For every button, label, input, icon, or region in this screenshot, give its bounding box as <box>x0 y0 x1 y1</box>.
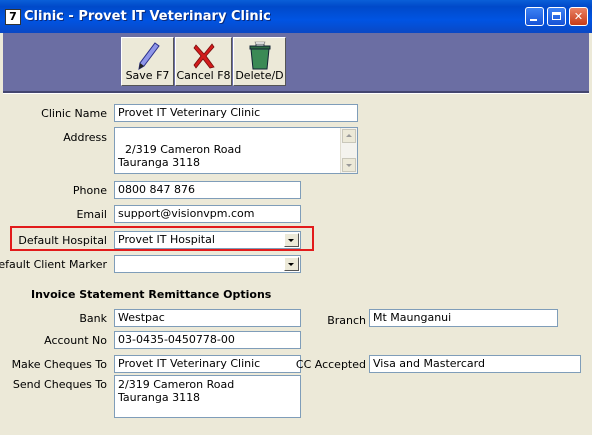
trash-icon <box>249 41 270 70</box>
save-button[interactable]: Save F7 <box>121 37 174 86</box>
scroll-down-arrow-icon[interactable] <box>342 158 356 172</box>
minimize-button[interactable] <box>525 7 544 26</box>
branch-field[interactable]: Mt Maunganui <box>369 309 558 327</box>
email-label: Email <box>76 208 107 221</box>
send-cheques-to-field[interactable]: 2/319 Cameron Road Tauranga 3118 <box>114 375 301 418</box>
cc-accepted-field[interactable]: Visa and Mastercard <box>369 355 581 373</box>
account-no-field[interactable]: 03-0435-0450778-00 <box>114 331 301 349</box>
clinic-name-field[interactable]: Provet IT Veterinary Clinic <box>114 104 358 122</box>
chevron-down-icon[interactable] <box>284 257 299 271</box>
default-client-marker-label: Default Client Marker <box>0 258 107 271</box>
close-icon: ✕ <box>573 10 584 23</box>
address-label: Address <box>63 131 107 144</box>
make-cheques-to-field[interactable]: Provet IT Veterinary Clinic <box>114 355 301 373</box>
close-button[interactable]: ✕ <box>569 7 588 26</box>
cc-accepted-label: CC Accepted <box>295 358 366 371</box>
phone-label: Phone <box>72 184 107 197</box>
account-no-label: Account No <box>44 334 107 347</box>
cancel-button[interactable]: Cancel F8 <box>175 37 232 86</box>
cross-icon <box>192 43 215 69</box>
scroll-up-arrow-icon[interactable] <box>342 129 356 143</box>
default-client-marker-select[interactable] <box>114 255 301 273</box>
default-hospital-select[interactable]: Provet IT Hospital <box>114 231 301 249</box>
app-icon: 7 <box>5 9 21 25</box>
chevron-down-icon[interactable] <box>284 233 299 247</box>
delete-button[interactable]: Delete/D <box>233 37 286 86</box>
remittance-section-title: Invoice Statement Remittance Options <box>31 288 272 301</box>
default-hospital-value: Provet IT Hospital <box>118 233 215 246</box>
pen-icon <box>137 42 160 70</box>
bank-label: Bank <box>79 312 107 325</box>
title-bar[interactable]: 7 Clinic - Provet IT Veterinary Clinic ✕ <box>0 0 592 33</box>
window-title: Clinic - Provet IT Veterinary Clinic <box>24 9 271 24</box>
clinic-name-label: Clinic Name <box>41 107 107 120</box>
maximize-icon <box>552 12 561 20</box>
default-hospital-label: Default Hospital <box>18 234 107 247</box>
address-field[interactable]: 2/319 Cameron Road Tauranga 3118 <box>114 127 358 174</box>
delete-label: Delete/D <box>235 69 284 82</box>
toolbar: Save F7 Cancel F8 Delete/D <box>3 33 589 93</box>
make-cheques-to-label: Make Cheques To <box>11 358 107 371</box>
address-scrollbar[interactable] <box>340 128 357 173</box>
branch-label: Branch <box>327 314 366 327</box>
save-label: Save F7 <box>125 69 170 82</box>
bank-field[interactable]: Westpac <box>114 309 301 327</box>
address-text: 2/319 Cameron Road Tauranga 3118 <box>118 143 242 169</box>
phone-field[interactable]: 0800 847 876 <box>114 181 301 199</box>
minimize-icon <box>530 19 537 21</box>
email-field[interactable]: support@visionvpm.com <box>114 205 301 223</box>
send-cheques-to-label: Send Cheques To <box>12 378 107 391</box>
cancel-label: Cancel F8 <box>176 69 231 82</box>
maximize-button[interactable] <box>547 7 566 26</box>
